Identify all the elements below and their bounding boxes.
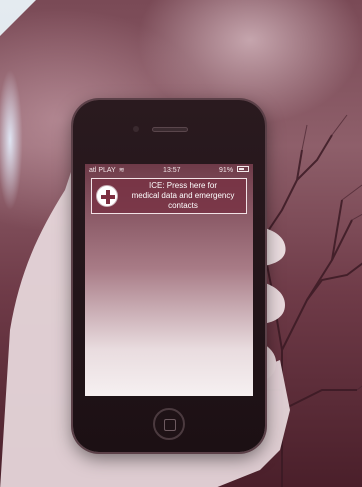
battery-icon xyxy=(237,166,249,172)
clock: 13:57 xyxy=(163,166,181,174)
photo-background: atl PLAY ≋ 13:57 91% ICE: Press here for… xyxy=(0,0,362,487)
carrier-label: atl PLAY xyxy=(89,166,116,174)
battery-indicator: 91% xyxy=(219,166,249,174)
phone: atl PLAY ≋ 13:57 91% ICE: Press here for… xyxy=(73,100,265,452)
ice-banner-text: ICE: Press here for medical data and eme… xyxy=(124,181,242,211)
home-button[interactable] xyxy=(153,408,185,440)
ice-text-line2: medical data and emergency xyxy=(131,191,235,200)
front-camera xyxy=(133,126,139,132)
earpiece-speaker xyxy=(152,127,188,132)
phone-screen: atl PLAY ≋ 13:57 91% ICE: Press here for… xyxy=(85,164,253,396)
ice-text-line1: ICE: Press here for xyxy=(148,181,218,190)
ice-emergency-button[interactable]: ICE: Press here for medical data and eme… xyxy=(91,178,247,214)
carrier-signal: atl PLAY ≋ xyxy=(89,166,125,175)
wifi-icon: ≋ xyxy=(118,167,125,174)
battery-percent: 91% xyxy=(219,167,234,174)
status-bar: atl PLAY ≋ 13:57 91% xyxy=(85,164,253,176)
ice-text-line3: contacts xyxy=(168,201,198,210)
medical-cross-icon xyxy=(96,185,118,207)
